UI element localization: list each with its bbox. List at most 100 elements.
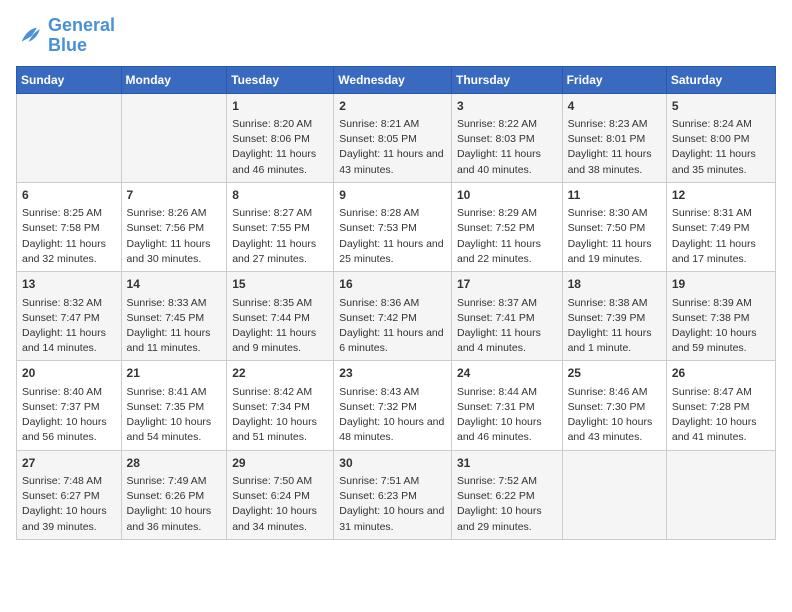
day-info: Sunrise: 8:25 AM Sunset: 7:58 PM Dayligh… [22, 206, 116, 267]
column-header-wednesday: Wednesday [334, 66, 452, 93]
calendar-cell: 21 Sunrise: 8:41 AM Sunset: 7:35 PM Dayli… [121, 361, 227, 450]
logo: General Blue [16, 16, 115, 56]
day-info: Sunrise: 7:48 AM Sunset: 6:27 PM Dayligh… [22, 474, 116, 535]
day-number: 4 [568, 98, 661, 115]
day-number: 16 [339, 276, 446, 293]
calendar-cell: 25 Sunrise: 8:46 AM Sunset: 7:30 PM Dayli… [562, 361, 666, 450]
day-number: 11 [568, 187, 661, 204]
calendar-cell: 7 Sunrise: 8:26 AM Sunset: 7:56 PM Daylig… [121, 182, 227, 271]
day-info: Sunrise: 8:28 AM Sunset: 7:53 PM Dayligh… [339, 206, 446, 267]
day-number: 18 [568, 276, 661, 293]
calendar-cell: 2 Sunrise: 8:21 AM Sunset: 8:05 PM Daylig… [334, 93, 452, 182]
day-info: Sunrise: 8:33 AM Sunset: 7:45 PM Dayligh… [127, 296, 222, 357]
day-info: Sunrise: 8:44 AM Sunset: 7:31 PM Dayligh… [457, 385, 557, 446]
calendar-cell: 24 Sunrise: 8:44 AM Sunset: 7:31 PM Dayli… [451, 361, 562, 450]
calendar-cell [121, 93, 227, 182]
calendar-week-1: 1Sunrise: 8:20 AM Sunset: 8:06 PM Daylig… [17, 93, 776, 182]
calendar-cell: 22 Sunrise: 8:42 AM Sunset: 7:34 PM Dayli… [227, 361, 334, 450]
calendar-cell: 18 Sunrise: 8:38 AM Sunset: 7:39 PM Dayli… [562, 272, 666, 361]
day-info: Sunrise: 8:20 AM Sunset: 8:06 PM Dayligh… [232, 117, 328, 178]
calendar-week-2: 6 Sunrise: 8:25 AM Sunset: 7:58 PM Daylig… [17, 182, 776, 271]
day-info: Sunrise: 8:21 AM Sunset: 8:05 PM Dayligh… [339, 117, 446, 178]
page-header: General Blue [16, 16, 776, 56]
day-number: 2 [339, 98, 446, 115]
day-info: Sunrise: 8:26 AM Sunset: 7:56 PM Dayligh… [127, 206, 222, 267]
calendar-cell: 12Sunrise: 8:31 AM Sunset: 7:49 PM Dayli… [666, 182, 775, 271]
day-info: Sunrise: 8:46 AM Sunset: 7:30 PM Dayligh… [568, 385, 661, 446]
calendar-cell: 31 Sunrise: 7:52 AM Sunset: 6:22 PM Dayli… [451, 450, 562, 539]
day-number: 20 [22, 365, 116, 382]
column-header-saturday: Saturday [666, 66, 775, 93]
calendar-week-5: 27 Sunrise: 7:48 AM Sunset: 6:27 PM Dayli… [17, 450, 776, 539]
day-number: 27 [22, 455, 116, 472]
day-info: Sunrise: 8:30 AM Sunset: 7:50 PM Dayligh… [568, 206, 661, 267]
calendar-cell: 11 Sunrise: 8:30 AM Sunset: 7:50 PM Dayli… [562, 182, 666, 271]
calendar-cell [666, 450, 775, 539]
day-number: 21 [127, 365, 222, 382]
day-number: 5 [672, 98, 770, 115]
day-number: 6 [22, 187, 116, 204]
column-header-sunday: Sunday [17, 66, 122, 93]
day-info: Sunrise: 8:38 AM Sunset: 7:39 PM Dayligh… [568, 296, 661, 357]
day-number: 7 [127, 187, 222, 204]
day-info: Sunrise: 7:50 AM Sunset: 6:24 PM Dayligh… [232, 474, 328, 535]
calendar-cell [17, 93, 122, 182]
day-number: 22 [232, 365, 328, 382]
header-row: SundayMondayTuesdayWednesdayThursdayFrid… [17, 66, 776, 93]
day-info: Sunrise: 8:24 AM Sunset: 8:00 PM Dayligh… [672, 117, 770, 178]
day-info: Sunrise: 8:37 AM Sunset: 7:41 PM Dayligh… [457, 296, 557, 357]
day-number: 17 [457, 276, 557, 293]
calendar-cell: 3Sunrise: 8:22 AM Sunset: 8:03 PM Daylig… [451, 93, 562, 182]
day-number: 26 [672, 365, 770, 382]
day-info: Sunrise: 8:40 AM Sunset: 7:37 PM Dayligh… [22, 385, 116, 446]
day-info: Sunrise: 8:35 AM Sunset: 7:44 PM Dayligh… [232, 296, 328, 357]
day-info: Sunrise: 8:27 AM Sunset: 7:55 PM Dayligh… [232, 206, 328, 267]
day-number: 9 [339, 187, 446, 204]
calendar-cell: 27 Sunrise: 7:48 AM Sunset: 6:27 PM Dayli… [17, 450, 122, 539]
day-info: Sunrise: 7:51 AM Sunset: 6:23 PM Dayligh… [339, 474, 446, 535]
day-number: 25 [568, 365, 661, 382]
calendar-cell: 9 Sunrise: 8:28 AM Sunset: 7:53 PM Daylig… [334, 182, 452, 271]
day-number: 28 [127, 455, 222, 472]
calendar-cell: 6 Sunrise: 8:25 AM Sunset: 7:58 PM Daylig… [17, 182, 122, 271]
day-number: 8 [232, 187, 328, 204]
day-number: 14 [127, 276, 222, 293]
day-info: Sunrise: 8:41 AM Sunset: 7:35 PM Dayligh… [127, 385, 222, 446]
calendar-cell: 23 Sunrise: 8:43 AM Sunset: 7:32 PM Dayli… [334, 361, 452, 450]
column-header-friday: Friday [562, 66, 666, 93]
day-info: Sunrise: 8:32 AM Sunset: 7:47 PM Dayligh… [22, 296, 116, 357]
day-number: 23 [339, 365, 446, 382]
day-number: 24 [457, 365, 557, 382]
calendar-cell: 10 Sunrise: 8:29 AM Sunset: 7:52 PM Dayli… [451, 182, 562, 271]
column-header-tuesday: Tuesday [227, 66, 334, 93]
day-info: Sunrise: 8:29 AM Sunset: 7:52 PM Dayligh… [457, 206, 557, 267]
day-info: Sunrise: 8:22 AM Sunset: 8:03 PM Dayligh… [457, 117, 557, 178]
logo-icon [16, 22, 44, 50]
logo-text: General Blue [48, 16, 115, 56]
day-number: 31 [457, 455, 557, 472]
calendar-cell: 26 Sunrise: 8:47 AM Sunset: 7:28 PM Dayli… [666, 361, 775, 450]
day-number: 30 [339, 455, 446, 472]
day-info: Sunrise: 8:42 AM Sunset: 7:34 PM Dayligh… [232, 385, 328, 446]
calendar-cell: 4 Sunrise: 8:23 AM Sunset: 8:01 PM Daylig… [562, 93, 666, 182]
day-number: 12 [672, 187, 770, 204]
day-info: Sunrise: 8:23 AM Sunset: 8:01 PM Dayligh… [568, 117, 661, 178]
day-number: 15 [232, 276, 328, 293]
calendar-cell: 30 Sunrise: 7:51 AM Sunset: 6:23 PM Dayli… [334, 450, 452, 539]
calendar-cell: 29Sunrise: 7:50 AM Sunset: 6:24 PM Dayli… [227, 450, 334, 539]
day-number: 10 [457, 187, 557, 204]
day-info: Sunrise: 7:49 AM Sunset: 6:26 PM Dayligh… [127, 474, 222, 535]
calendar-cell: 17 Sunrise: 8:37 AM Sunset: 7:41 PM Dayli… [451, 272, 562, 361]
calendar-cell: 14 Sunrise: 8:33 AM Sunset: 7:45 PM Dayli… [121, 272, 227, 361]
day-info: Sunrise: 7:52 AM Sunset: 6:22 PM Dayligh… [457, 474, 557, 535]
day-info: Sunrise: 8:43 AM Sunset: 7:32 PM Dayligh… [339, 385, 446, 446]
day-number: 19 [672, 276, 770, 293]
calendar-cell: 20 Sunrise: 8:40 AM Sunset: 7:37 PM Dayli… [17, 361, 122, 450]
day-info: Sunrise: 8:47 AM Sunset: 7:28 PM Dayligh… [672, 385, 770, 446]
calendar-cell: 28 Sunrise: 7:49 AM Sunset: 6:26 PM Dayli… [121, 450, 227, 539]
day-info: Sunrise: 8:39 AM Sunset: 7:38 PM Dayligh… [672, 296, 770, 357]
calendar-cell: 1Sunrise: 8:20 AM Sunset: 8:06 PM Daylig… [227, 93, 334, 182]
calendar-cell: 19 Sunrise: 8:39 AM Sunset: 7:38 PM Dayli… [666, 272, 775, 361]
calendar-cell: 5 Sunrise: 8:24 AM Sunset: 8:00 PM Daylig… [666, 93, 775, 182]
calendar-cell: 8 Sunrise: 8:27 AM Sunset: 7:55 PM Daylig… [227, 182, 334, 271]
